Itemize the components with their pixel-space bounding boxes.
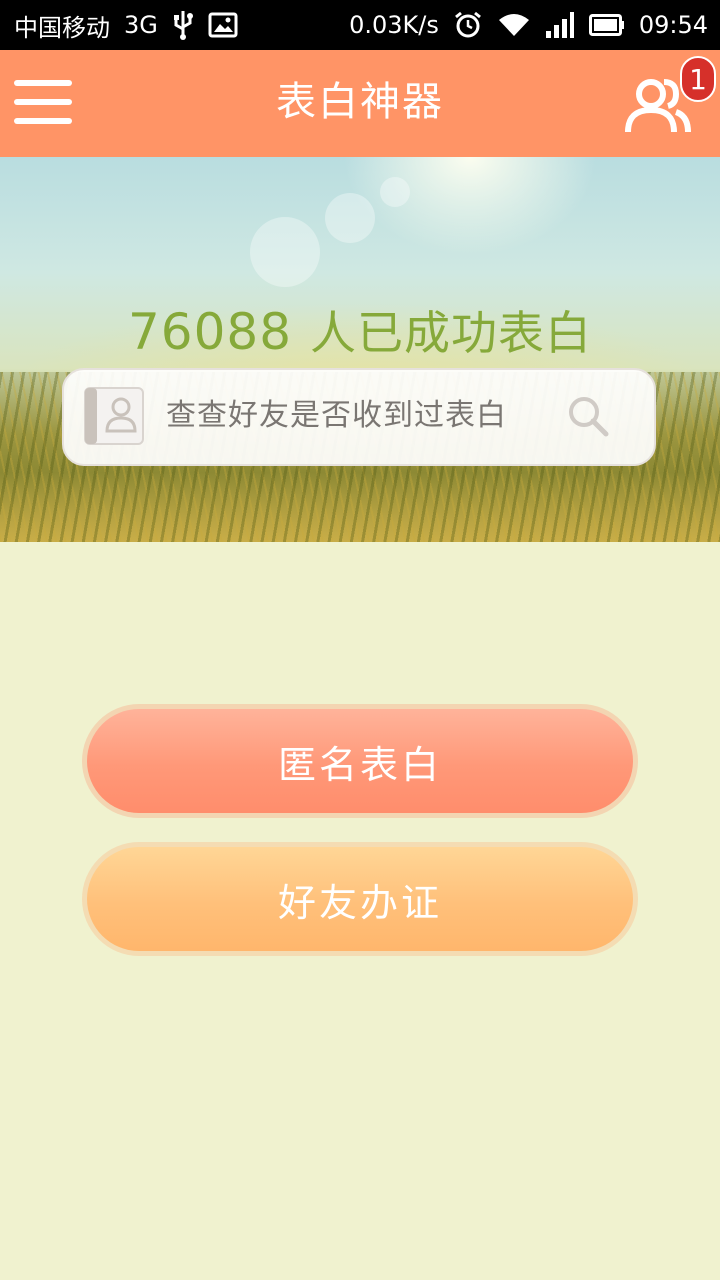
wifi-icon bbox=[497, 12, 531, 38]
app-bar: 表白神器 bbox=[0, 50, 720, 157]
network-speed: 0.03K/s bbox=[349, 11, 439, 39]
success-counter: 76088 人已成功表白 bbox=[0, 297, 720, 363]
clock: 09:54 bbox=[638, 11, 708, 39]
battery-icon bbox=[588, 14, 625, 36]
friend-certificate-button-frame: 好友办证 bbox=[82, 842, 638, 956]
lens-flare bbox=[325, 193, 375, 243]
notification-badge: 1 bbox=[680, 56, 716, 102]
friend-certificate-button[interactable]: 好友办证 bbox=[87, 847, 633, 951]
lens-flare bbox=[380, 177, 410, 207]
search-placeholder: 查查好友是否收到过表白 bbox=[166, 398, 507, 433]
confession-count: 76088 bbox=[127, 303, 293, 361]
image-icon bbox=[208, 12, 238, 38]
carrier-label: 中国移动 bbox=[14, 13, 110, 42]
hero-banner: 76088 人已成功表白 查查好友是否收到过表白 bbox=[0, 157, 720, 542]
anonymous-confession-button-frame: 匿名表白 bbox=[82, 704, 638, 818]
status-bar: 中国移动 3G 0.03K/s 09:54 bbox=[0, 0, 720, 50]
signal-icon bbox=[545, 11, 575, 39]
usb-icon bbox=[172, 9, 194, 41]
search-icon[interactable] bbox=[566, 394, 610, 438]
lens-flare bbox=[250, 217, 320, 287]
friend-search-input[interactable]: 查查好友是否收到过表白 bbox=[62, 368, 656, 466]
contact-book-icon[interactable] bbox=[84, 387, 144, 445]
alarm-icon bbox=[453, 10, 483, 40]
anonymous-confession-button[interactable]: 匿名表白 bbox=[87, 709, 633, 813]
network-type: 3G bbox=[124, 11, 158, 39]
counter-suffix: 人已成功表白 bbox=[310, 306, 593, 360]
page-title: 表白神器 bbox=[276, 79, 444, 125]
